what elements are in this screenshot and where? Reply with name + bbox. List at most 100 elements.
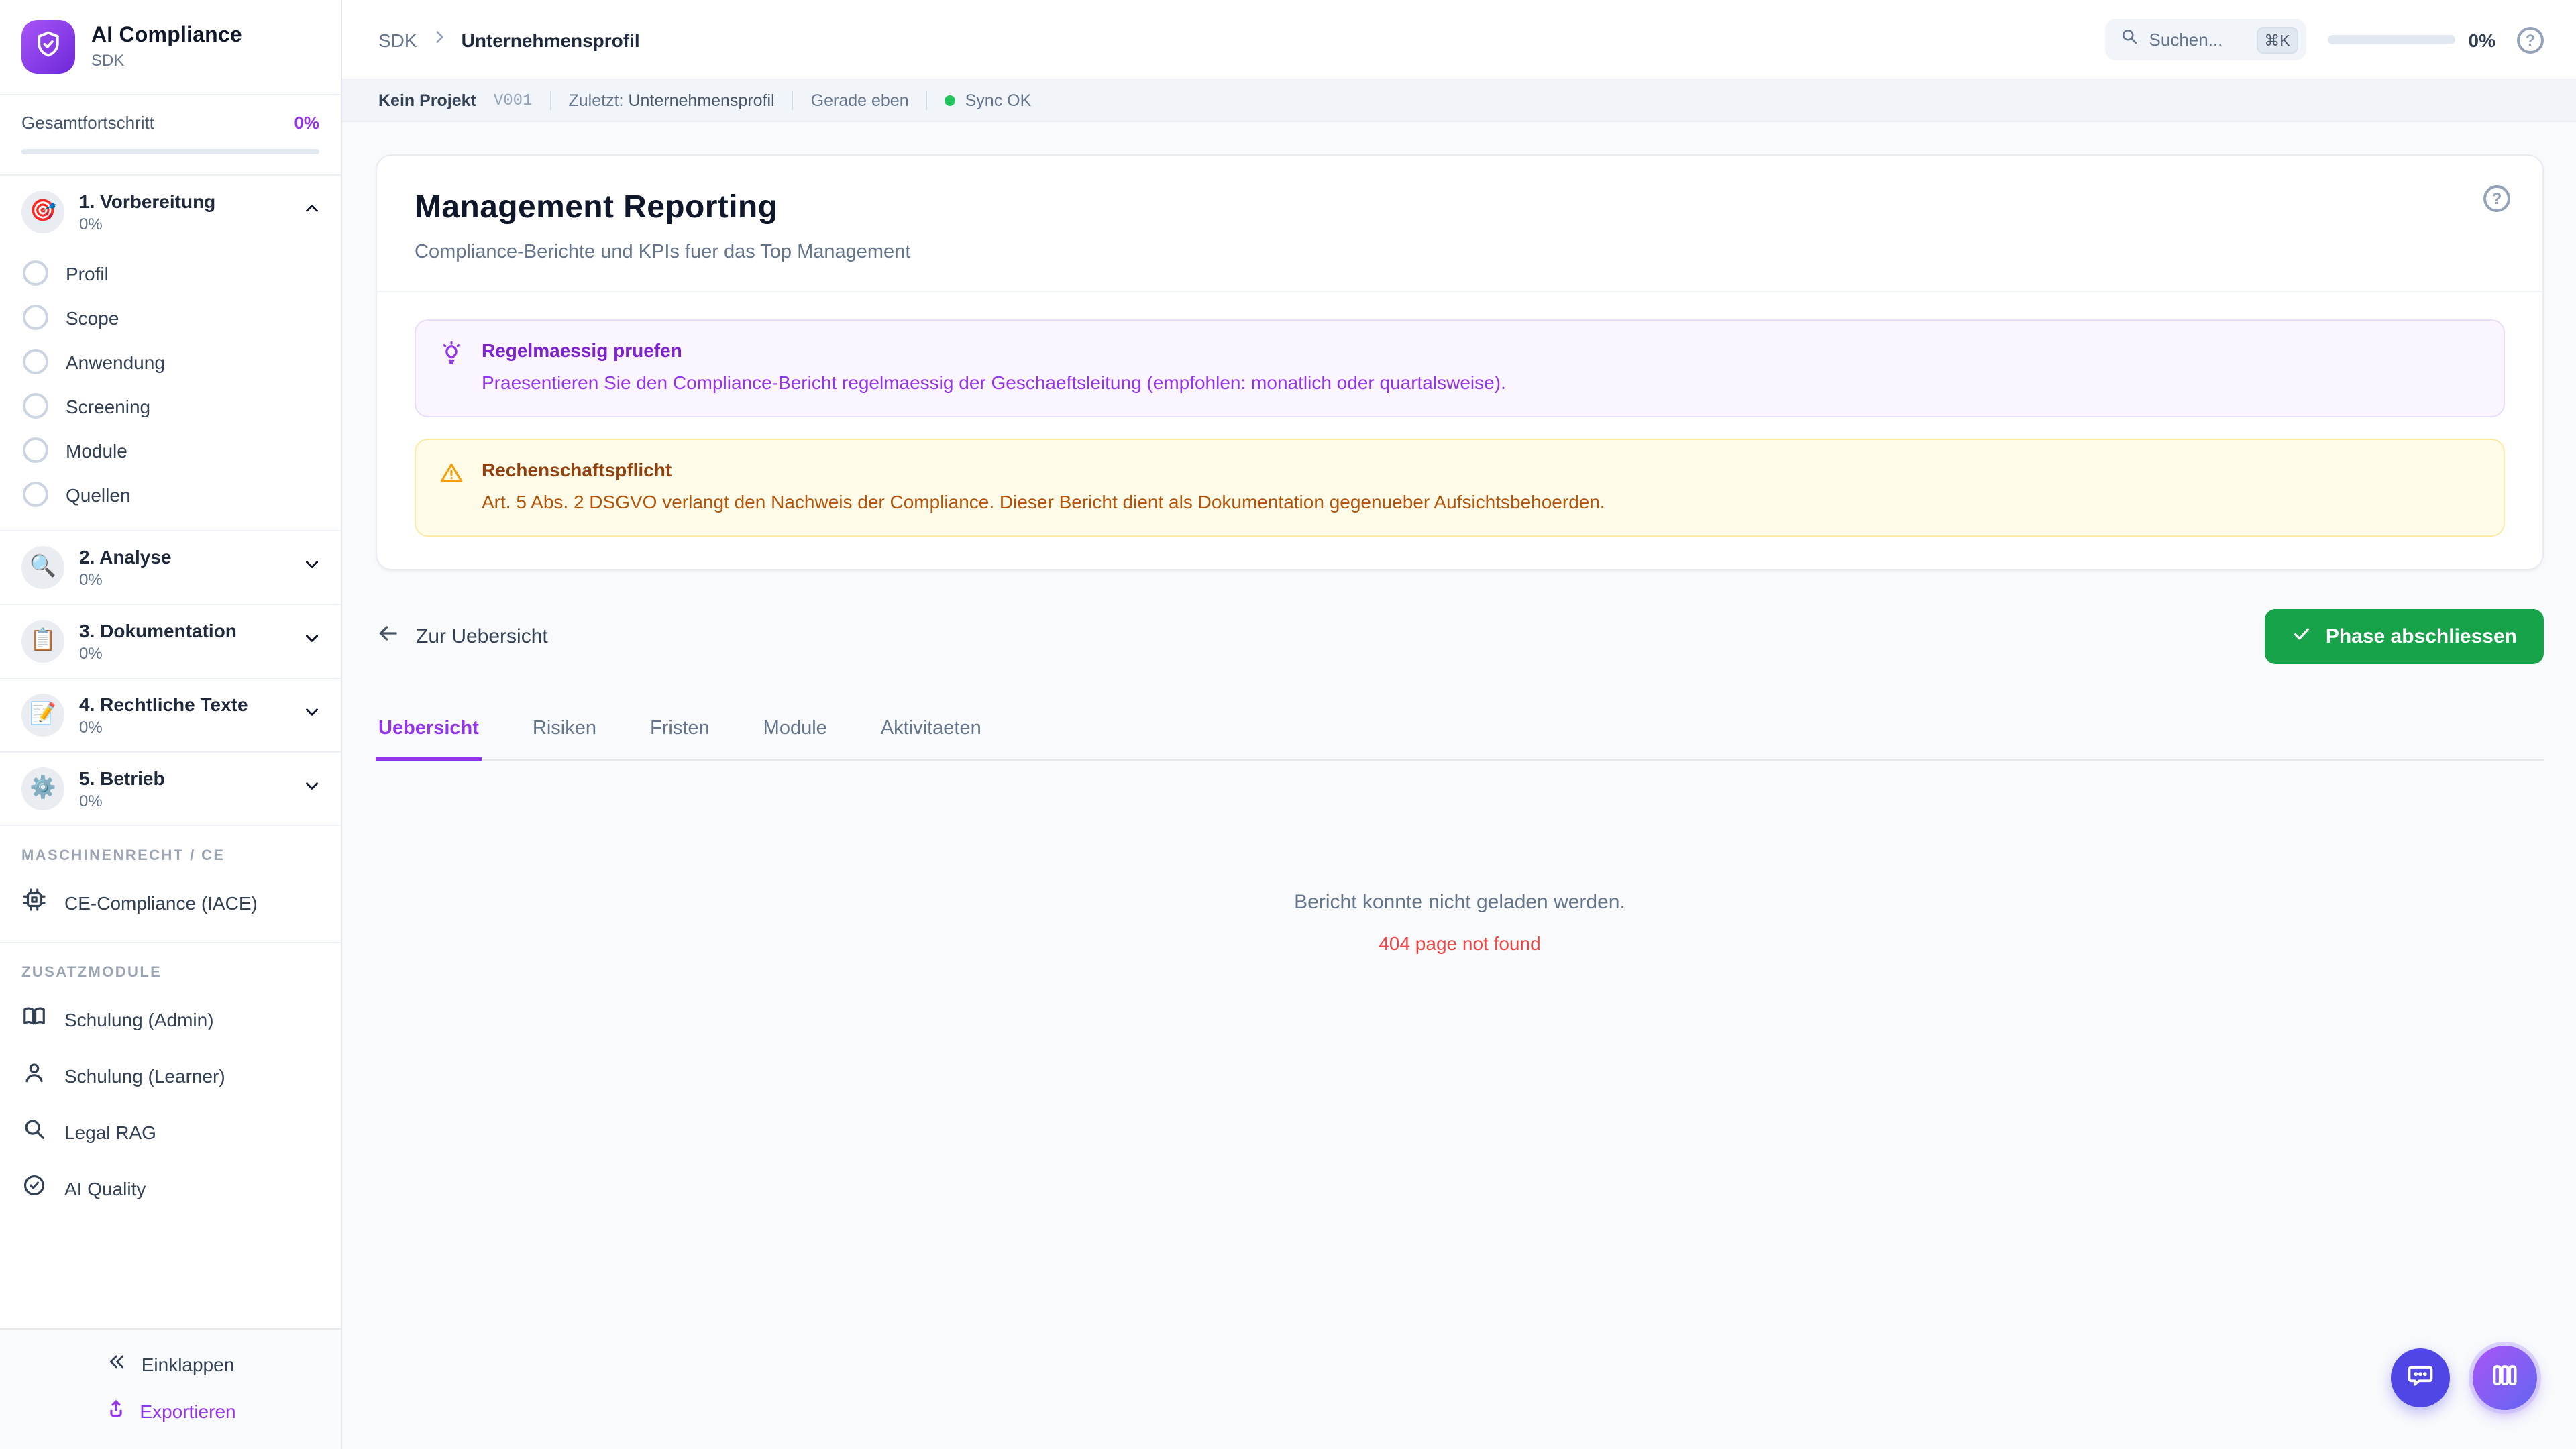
subitem-label: Profil	[66, 262, 109, 284]
board-view-button[interactable]	[2473, 1346, 2537, 1410]
app-title: AI Compliance	[91, 24, 242, 47]
back-to-overview-link[interactable]: Zur Uebersicht	[376, 622, 548, 651]
kanban-columns-icon	[2490, 1360, 2520, 1396]
complete-phase-button[interactable]: Phase abschliessen	[2265, 608, 2544, 664]
lightbulb-icon	[439, 339, 464, 373]
chevron-down-icon	[302, 775, 322, 802]
subitem-label: Module	[66, 439, 127, 461]
warning-body: Art. 5 Abs. 2 DSGVO verlangt den Nachwei…	[482, 490, 1605, 513]
double-chevron-left-icon	[107, 1351, 128, 1377]
tip-body: Praesentieren Sie den Compliance-Bericht…	[482, 372, 1506, 393]
phase-progress: 0%	[79, 215, 103, 233]
memo-icon: 📝	[21, 694, 64, 737]
phase-card: Management Reporting Compliance-Berichte…	[376, 154, 2544, 570]
phase-label: 2. Analyse	[79, 546, 172, 568]
sidebar-item-scope[interactable]: Scope	[0, 295, 341, 339]
target-icon: 🎯	[21, 191, 64, 233]
phase-vorbereitung: 🎯 1. Vorbereitung 0% Profil Scope Anwend…	[0, 176, 341, 531]
breadcrumb: SDK Unternehmensprofil	[378, 28, 640, 52]
sidebar-item-schulung-learner[interactable]: Schulung (Learner)	[0, 1048, 341, 1104]
phase-progress: 0%	[79, 792, 103, 810]
phase-dokumentation: 📋 3. Dokumentation 0%	[0, 605, 341, 679]
export-button[interactable]: Exportieren	[105, 1398, 236, 1425]
tab-module[interactable]: Module	[761, 712, 830, 761]
tab-fristen[interactable]: Fristen	[647, 712, 712, 761]
sidebar-item-quellen[interactable]: Quellen	[0, 472, 341, 517]
empty-state: Bericht konnte nicht geladen werden. 404…	[376, 891, 2544, 954]
search-button[interactable]: Suchen... ⌘K	[2104, 19, 2306, 60]
tab-aktivitaeten[interactable]: Aktivitaeten	[878, 712, 984, 761]
phase-rechtliche-texte-header[interactable]: 📝 4. Rechtliche Texte 0%	[0, 679, 341, 751]
phase-betrieb-header[interactable]: ⚙️ 5. Betrieb 0%	[0, 753, 341, 825]
help-icon[interactable]	[2517, 26, 2544, 53]
phase-label: 5. Betrieb	[79, 767, 165, 789]
last-opened-label: Zuletzt:	[568, 91, 624, 110]
header-progress: 0%	[2327, 29, 2496, 50]
group-header-zusatzmodule: ZUSATZMODULE	[21, 965, 162, 981]
breadcrumb-root[interactable]: SDK	[378, 29, 417, 50]
app-brand: AI Compliance SDK	[0, 0, 341, 95]
magnifier-icon: 🔍	[21, 546, 64, 589]
sidebar-item-ce-compliance[interactable]: CE-Compliance (IACE)	[0, 875, 341, 931]
collapse-sidebar-button[interactable]: Einklappen	[107, 1351, 235, 1377]
module-label: CE-Compliance (IACE)	[64, 892, 258, 914]
tab-risiken[interactable]: Risiken	[530, 712, 599, 761]
last-opened: Zuletzt: Unternehmensprofil	[569, 91, 775, 110]
sidebar-item-anwendung[interactable]: Anwendung	[0, 339, 341, 384]
phase-label: 1. Vorbereitung	[79, 191, 216, 212]
app-root: AI Compliance SDK Gesamtfortschritt 0% 🎯…	[0, 0, 2576, 1449]
group-header-maschinenrecht: MASCHINENRECHT / CE	[21, 848, 225, 864]
actions-row: Zur Uebersicht Phase abschliessen	[376, 608, 2544, 664]
subitem-label: Scope	[66, 307, 119, 328]
chevron-down-icon	[302, 554, 322, 581]
export-label: Exportieren	[140, 1401, 236, 1422]
phase-progress: 0%	[79, 570, 103, 589]
tip-alert: Regelmaessig pruefen Praesentieren Sie d…	[415, 319, 2505, 417]
step-circle-icon	[23, 305, 48, 330]
phase-analyse-header[interactable]: 🔍 2. Analyse 0%	[0, 531, 341, 604]
page-subtitle: Compliance-Berichte und KPIs fuer das To…	[415, 241, 911, 263]
error-message: 404 page not found	[1379, 932, 1541, 954]
divider	[549, 91, 551, 110]
project-name: Kein Projekt	[378, 91, 476, 110]
subitem-label: Screening	[66, 395, 151, 417]
version-badge: V001	[493, 91, 533, 110]
phase-label: 4. Rechtliche Texte	[79, 694, 248, 715]
module-label: Schulung (Learner)	[64, 1065, 225, 1087]
overall-progress-bar	[21, 149, 319, 154]
header-progress-value: 0%	[2468, 29, 2496, 50]
sidebar-item-legal-rag[interactable]: Legal RAG	[0, 1104, 341, 1161]
sidebar-item-screening[interactable]: Screening	[0, 384, 341, 428]
sidebar-item-schulung-admin[interactable]: Schulung (Admin)	[0, 991, 341, 1048]
main-area: SDK Unternehmensprofil Suchen... ⌘K 0% ?…	[342, 0, 2576, 1449]
keyboard-shortcut-badge: ⌘K	[2256, 26, 2298, 53]
warning-alert: Rechenschaftspflicht Art. 5 Abs. 2 DSGVO…	[415, 438, 2505, 537]
upload-icon	[105, 1398, 127, 1425]
status-bar: Kein Projekt V001 Zuletzt: Unternehmensp…	[342, 80, 2576, 122]
check-icon	[2292, 624, 2312, 649]
topbar: SDK Unternehmensprofil Suchen... ⌘K 0% ?	[342, 0, 2576, 80]
phase-vorbereitung-header[interactable]: 🎯 1. Vorbereitung 0%	[0, 176, 341, 248]
tab-uebersicht[interactable]: Uebersicht	[376, 712, 482, 761]
complete-button-label: Phase abschliessen	[2325, 625, 2517, 648]
page-content: Management Reporting Compliance-Berichte…	[342, 122, 2576, 1449]
sidebar-item-ai-quality[interactable]: AI Quality	[0, 1161, 341, 1217]
collapse-label: Einklappen	[141, 1353, 235, 1375]
module-label: AI Quality	[64, 1178, 146, 1199]
phase-dokumentation-header[interactable]: 📋 3. Dokumentation 0%	[0, 605, 341, 678]
step-circle-icon	[23, 437, 48, 463]
sidebar-item-profil[interactable]: Profil	[0, 251, 341, 295]
empty-state-message: Bericht konnte nicht geladen werden.	[1294, 890, 1625, 914]
chevron-up-icon	[302, 199, 322, 225]
book-icon	[21, 1004, 47, 1036]
module-label: Schulung (Admin)	[64, 1009, 214, 1030]
gear-icon: ⚙️	[21, 767, 64, 810]
card-help-icon[interactable]	[2483, 185, 2510, 212]
phase-subitems: Profil Scope Anwendung Screening Module	[0, 248, 341, 530]
cpu-icon	[21, 887, 47, 919]
step-circle-icon	[23, 393, 48, 419]
subitem-label: Anwendung	[66, 351, 165, 372]
step-circle-icon	[23, 260, 48, 286]
chat-button[interactable]	[2391, 1348, 2450, 1407]
sidebar-item-module[interactable]: Module	[0, 428, 341, 472]
